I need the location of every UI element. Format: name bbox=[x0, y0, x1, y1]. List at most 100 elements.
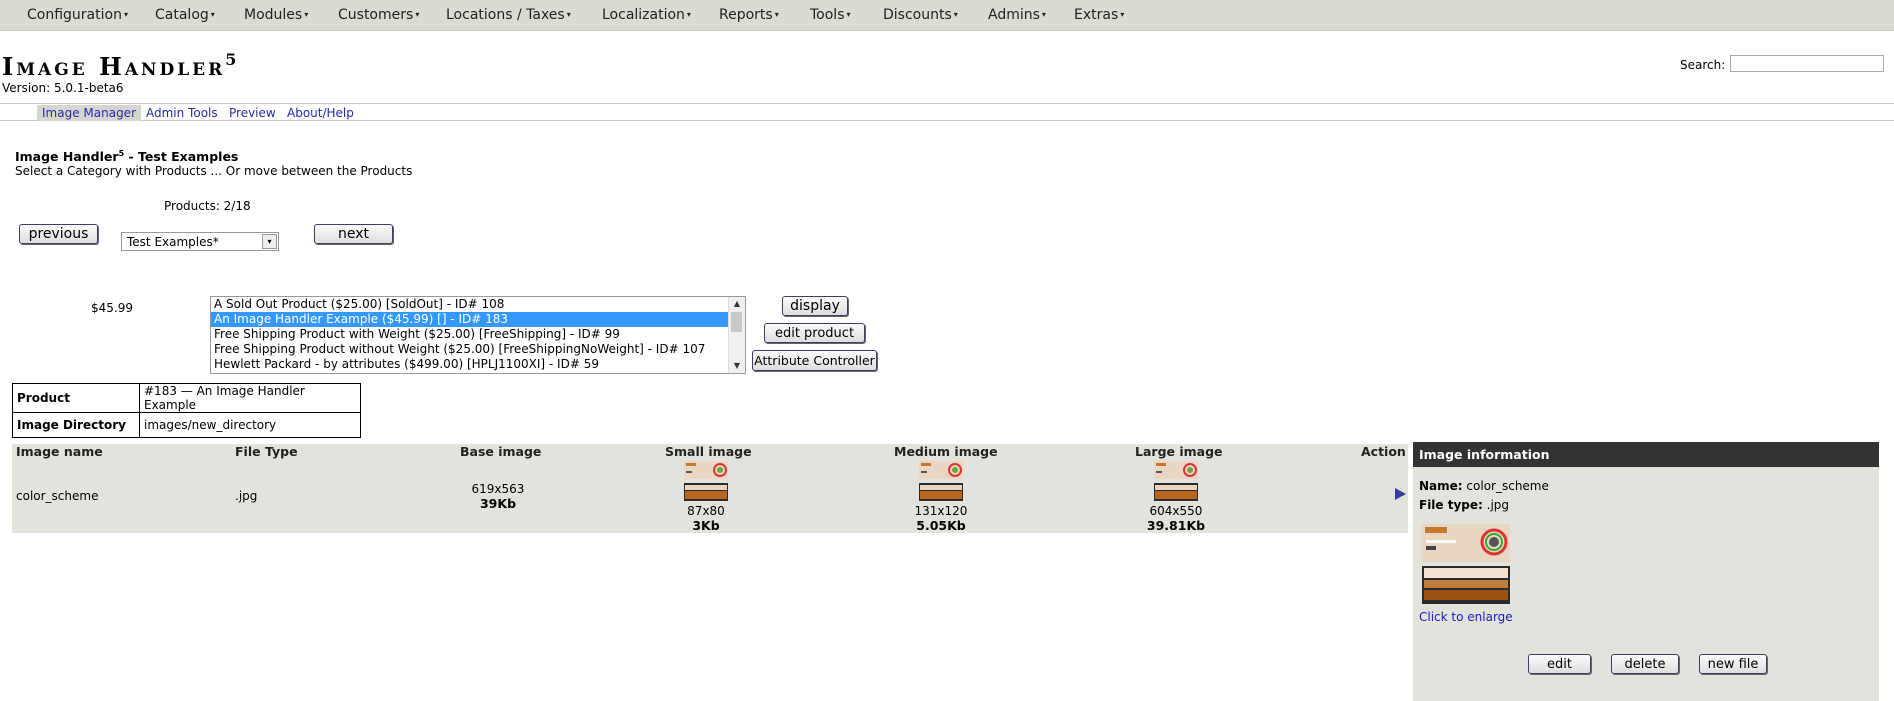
header-medium-image: Medium image bbox=[894, 444, 998, 459]
base-image-dimensions: 619x563 bbox=[471, 482, 525, 496]
header-large-image: Large image bbox=[1135, 444, 1223, 459]
menu-label: Customers bbox=[338, 7, 414, 23]
chevron-down-icon: ▾ bbox=[1120, 10, 1125, 19]
large-image-dimensions: 604x550 bbox=[1149, 504, 1203, 518]
chevron-down-icon: ▾ bbox=[953, 10, 958, 19]
chevron-down-icon: ▾ bbox=[1041, 10, 1046, 19]
large-image-size: 39.81Kb bbox=[1146, 518, 1206, 533]
version-text: Version: 5.0.1-beta6 bbox=[2, 81, 124, 95]
chevron-down-icon: ▾ bbox=[566, 10, 571, 19]
section-subtitle: Select a Category with Products ... Or m… bbox=[15, 164, 413, 178]
base-image-size: 39Kb bbox=[479, 496, 517, 511]
product-label: Product bbox=[12, 383, 140, 413]
top-menu-bar: Configuration ▾ Catalog ▾ Modules ▾ Custome… bbox=[0, 0, 1894, 31]
scroll-down-icon[interactable]: ▼ bbox=[729, 359, 745, 373]
new-file-button[interactable]: new file bbox=[1699, 654, 1767, 674]
menu-label: Configuration bbox=[27, 7, 122, 23]
image-preview[interactable] bbox=[1422, 524, 1510, 604]
large-image-cell: 604x550 39.81Kb bbox=[1126, 461, 1226, 533]
file-type-label: File type: bbox=[1419, 498, 1483, 512]
menu-modules[interactable]: Modules ▾ bbox=[244, 7, 308, 23]
page-title: Image Handler5 bbox=[2, 50, 236, 81]
menu-label: Localization bbox=[602, 7, 685, 23]
category-select[interactable]: Test Examples* ▾ bbox=[121, 232, 279, 251]
small-image-dimensions: 87x80 bbox=[687, 504, 725, 518]
delete-button[interactable]: delete bbox=[1611, 654, 1679, 674]
menu-label: Locations / Taxes bbox=[446, 7, 565, 23]
menu-label: Reports bbox=[719, 7, 773, 23]
image-directory-label: Image Directory bbox=[12, 412, 140, 438]
name-value: color_scheme bbox=[1466, 479, 1549, 493]
product-option[interactable]: Hewlett Packard - by attributes ($499.00… bbox=[211, 357, 728, 372]
edit-product-button[interactable]: edit product bbox=[764, 323, 865, 343]
scroll-thumb[interactable] bbox=[731, 312, 742, 332]
menu-extras[interactable]: Extras ▾ bbox=[1074, 7, 1124, 23]
product-value: #183 — An Image Handler Example bbox=[139, 383, 361, 413]
product-option[interactable]: A Sold Out Product ($25.00) [SoldOut] - … bbox=[211, 297, 728, 312]
click-to-enlarge-link[interactable]: Click to enlarge bbox=[1419, 610, 1513, 624]
tab-about-help[interactable]: About/Help bbox=[282, 105, 359, 121]
listbox-scrollbar[interactable]: ▲ ▼ bbox=[728, 297, 745, 373]
large-image-thumbnail[interactable] bbox=[1154, 461, 1198, 501]
menu-label: Admins bbox=[988, 7, 1040, 23]
previous-button[interactable]: previous bbox=[19, 224, 98, 244]
menu-catalog[interactable]: Catalog ▾ bbox=[155, 7, 215, 23]
display-button[interactable]: display bbox=[782, 296, 848, 316]
menu-reports[interactable]: Reports ▾ bbox=[719, 7, 779, 23]
tab-preview[interactable]: Preview bbox=[224, 105, 281, 121]
search-label: Search: bbox=[1680, 58, 1726, 72]
product-price: $45.99 bbox=[91, 301, 133, 315]
menu-discounts[interactable]: Discounts ▾ bbox=[883, 7, 958, 23]
image-table: Image name File Type Base image Small im… bbox=[12, 444, 1408, 533]
attribute-controller-button[interactable]: Attribute Controller bbox=[752, 350, 877, 371]
product-info-table: Product #183 — An Image Handler Example … bbox=[12, 383, 361, 438]
image-name-cell: color_scheme bbox=[16, 489, 99, 503]
product-option[interactable]: Free Shipping Product without Weight ($2… bbox=[211, 342, 728, 357]
menu-locations-taxes[interactable]: Locations / Taxes ▾ bbox=[446, 7, 571, 23]
scroll-up-icon[interactable]: ▲ bbox=[729, 297, 745, 311]
chevron-down-icon: ▾ bbox=[686, 10, 691, 19]
section-title: Image Handler5 - Test Examples bbox=[15, 149, 238, 164]
section-title-rest: - Test Examples bbox=[124, 149, 239, 165]
menu-customers[interactable]: Customers ▾ bbox=[338, 7, 419, 23]
chevron-down-icon: ▾ bbox=[304, 10, 309, 19]
medium-image-dimensions: 131x120 bbox=[914, 504, 968, 518]
small-image-thumbnail[interactable] bbox=[684, 461, 728, 501]
medium-image-cell: 131x120 5.05Kb bbox=[891, 461, 991, 533]
header-base-image: Base image bbox=[460, 444, 542, 459]
menu-tools[interactable]: Tools ▾ bbox=[810, 7, 851, 23]
small-image-cell: 87x80 3Kb bbox=[656, 461, 756, 533]
image-info-type: File type: .jpg bbox=[1419, 498, 1509, 512]
category-select-value: Test Examples* bbox=[127, 235, 219, 249]
section-title-text: Image Handler bbox=[15, 149, 119, 165]
image-info-panel: Image information Name: color_scheme Fil… bbox=[1413, 442, 1879, 701]
tab-admin-tools[interactable]: Admin Tools bbox=[141, 105, 223, 121]
title-superscript: 5 bbox=[225, 50, 237, 69]
next-button[interactable]: next bbox=[314, 224, 393, 244]
select-image-arrow-icon[interactable] bbox=[1395, 488, 1406, 500]
products-count: Products: 2/18 bbox=[164, 199, 251, 213]
chevron-down-icon: ▾ bbox=[415, 10, 420, 19]
search-input[interactable] bbox=[1730, 55, 1884, 72]
image-directory-value: images/new_directory bbox=[139, 412, 361, 438]
product-listbox[interactable]: A Sold Out Product ($25.00) [SoldOut] - … bbox=[210, 296, 746, 374]
menu-label: Modules bbox=[244, 7, 303, 23]
base-image-cell: 619x563 39Kb bbox=[448, 482, 548, 511]
title-text: Image Handler bbox=[2, 52, 226, 81]
menu-localization[interactable]: Localization ▾ bbox=[602, 7, 691, 23]
header-image-name: Image name bbox=[16, 444, 103, 459]
tab-image-manager[interactable]: Image Manager bbox=[37, 105, 141, 121]
menu-configuration[interactable]: Configuration ▾ bbox=[27, 7, 128, 23]
menu-label: Discounts bbox=[883, 7, 952, 23]
edit-button[interactable]: edit bbox=[1528, 654, 1591, 674]
chevron-down-icon: ▾ bbox=[846, 10, 851, 19]
product-option-selected[interactable]: An Image Handler Example ($45.99) [] - I… bbox=[211, 312, 728, 327]
medium-image-thumbnail[interactable] bbox=[919, 461, 963, 501]
small-image-size: 3Kb bbox=[692, 518, 720, 533]
product-option[interactable]: Free Shipping Product with Weight ($25.0… bbox=[211, 327, 728, 342]
medium-image-size: 5.05Kb bbox=[916, 518, 966, 533]
chevron-down-icon: ▾ bbox=[123, 10, 128, 19]
menu-admins[interactable]: Admins ▾ bbox=[988, 7, 1046, 23]
menu-label: Extras bbox=[1074, 7, 1119, 23]
name-label: Name: bbox=[1419, 479, 1463, 493]
